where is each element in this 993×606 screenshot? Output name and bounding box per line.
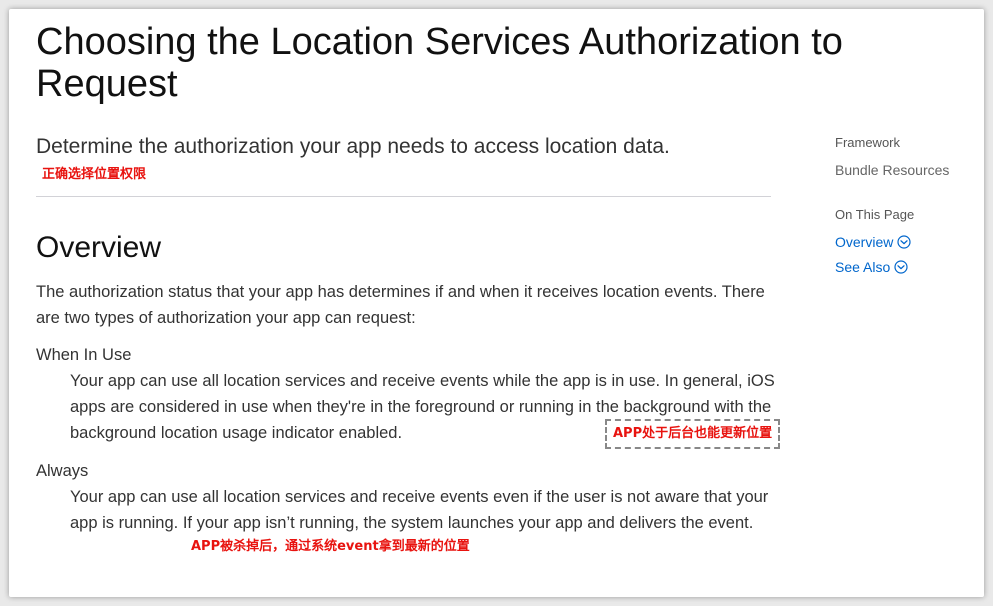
annotation-always-note: APP被杀掉后，通过系统event拿到最新的位置 (191, 539, 470, 554)
sidebar-link-overview-label: Overview (835, 234, 894, 250)
term-always: Always (36, 462, 89, 480)
abstract: Determine the authorization your app nee… (36, 135, 670, 158)
chevron-circle-down-icon (897, 235, 911, 249)
sidebar-link-see-also-label: See Also (835, 259, 891, 275)
term-when-in-use: When In Use (36, 346, 132, 364)
annotation-abstract-note: 正确选择位置权限 (42, 167, 147, 182)
sidebar-on-this-page-label: On This Page (835, 207, 915, 222)
sidebar-link-overview[interactable]: Overview (835, 233, 911, 251)
document-card: Choosing the Location Services Authoriza… (9, 9, 984, 597)
page-title: Choosing the Location Services Authoriza… (36, 21, 843, 105)
annotation-when-in-use-note: APP处于后台也能更新位置 (605, 419, 781, 449)
overview-paragraph: The authorization status that your app h… (36, 283, 765, 327)
chevron-circle-down-icon (894, 260, 908, 274)
sidebar-framework-value: Bundle Resources (835, 162, 950, 178)
sidebar-link-see-also[interactable]: See Also (835, 258, 908, 276)
divider (36, 196, 771, 197)
overview-heading: Overview (36, 231, 162, 264)
sidebar-framework-label: Framework (835, 135, 901, 150)
definition-always: Your app can use all location services a… (70, 488, 769, 532)
